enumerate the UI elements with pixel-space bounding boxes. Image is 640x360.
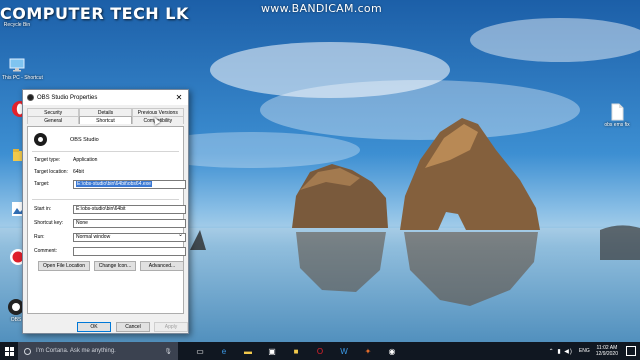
target-input[interactable]: E:\obs-studio\bin\64bit\obs64.exe bbox=[73, 180, 186, 189]
channel-watermark: COMPUTER TECH LK bbox=[0, 4, 189, 23]
dialog-titlebar[interactable]: OBS Studio Properties ✕ bbox=[23, 90, 188, 105]
desktop-icon-this-pc[interactable]: This PC - Shortcut bbox=[2, 56, 43, 81]
tab-security[interactable]: Security bbox=[27, 108, 80, 116]
store-icon[interactable]: ▣ bbox=[260, 342, 284, 360]
target-type-label: Target type: bbox=[34, 157, 61, 163]
app-name: OBS Studio bbox=[70, 136, 99, 143]
recorder-watermark: www.BANDICAM.com bbox=[261, 2, 382, 15]
target-type-value: Application bbox=[73, 157, 98, 163]
tab-details[interactable]: Details bbox=[79, 108, 132, 116]
word-taskbar-icon[interactable]: W bbox=[332, 342, 356, 360]
change-icon-button[interactable]: Change Icon... bbox=[94, 261, 136, 271]
properties-dialog: OBS Studio Properties ✕ Security Details… bbox=[22, 89, 189, 334]
target-label: Target: bbox=[34, 181, 50, 187]
tab-shortcut[interactable]: Shortcut bbox=[79, 116, 132, 124]
open-file-location-button[interactable]: Open File Location bbox=[38, 261, 90, 271]
system-tray: ⌃ ▮ ◀) ENG 11:02 AM 12/9/2020 bbox=[549, 342, 640, 360]
shortcut-panel: OBS Studio Target type: Application Targ… bbox=[27, 126, 186, 314]
windows-logo-icon bbox=[4, 346, 14, 356]
notification-icon[interactable] bbox=[626, 346, 636, 356]
cortana-icon bbox=[24, 347, 31, 355]
task-view-icon[interactable]: ▭ bbox=[188, 342, 212, 360]
language-indicator[interactable]: ENG bbox=[579, 348, 590, 354]
file-explorer-icon[interactable]: ▬ bbox=[236, 342, 260, 360]
shortcut-key-input[interactable]: None bbox=[73, 219, 186, 228]
tray-icons[interactable]: ⌃ ▮ ◀) bbox=[549, 348, 573, 355]
microphone-icon[interactable]: 🎙 bbox=[164, 348, 172, 355]
search-placeholder: I'm Cortana. Ask me anything. bbox=[36, 348, 116, 354]
dialog-title: OBS Studio Properties bbox=[37, 94, 98, 101]
clock[interactable]: 11:02 AM 12/9/2020 bbox=[596, 345, 618, 357]
computer-icon bbox=[9, 58, 25, 72]
desktop-icon-label: obs ems fix bbox=[604, 122, 630, 128]
app-taskbar-icon[interactable]: ✦ bbox=[356, 342, 380, 360]
obs-taskbar-icon[interactable]: ◉ bbox=[380, 342, 404, 360]
close-icon[interactable]: ✕ bbox=[174, 93, 184, 102]
ok-button[interactable]: OK bbox=[77, 322, 111, 332]
divider bbox=[32, 199, 179, 200]
edge-browser-icon[interactable]: e bbox=[212, 342, 236, 360]
obs-logo-icon bbox=[34, 133, 47, 146]
cortana-search-box[interactable]: I'm Cortana. Ask me anything. 🎙 bbox=[18, 342, 178, 360]
tab-general[interactable]: General bbox=[27, 116, 80, 124]
start-button[interactable] bbox=[0, 342, 18, 360]
start-in-input[interactable]: E:\obs-studio\bin\64bit bbox=[73, 205, 186, 214]
opera-taskbar-icon[interactable]: O bbox=[308, 342, 332, 360]
desktop-icon-recycle-bin[interactable]: Recycle Bin bbox=[2, 22, 32, 28]
tab-strip: Security Details Previous Versions Gener… bbox=[27, 108, 184, 126]
apply-button[interactable]: Apply bbox=[154, 322, 188, 332]
run-label: Run: bbox=[34, 234, 45, 240]
comment-label: Comment: bbox=[34, 248, 58, 254]
cancel-button[interactable]: Cancel bbox=[116, 322, 150, 332]
shortcut-key-label: Shortcut key: bbox=[34, 220, 64, 226]
folder-taskbar-icon[interactable]: ■ bbox=[284, 342, 308, 360]
desktop-icon-obs-ems-fix[interactable]: obs ems fix bbox=[602, 103, 632, 128]
target-location-label: Target location: bbox=[34, 169, 68, 175]
comment-input[interactable] bbox=[73, 247, 186, 256]
desktop-icon-label: This PC - Shortcut bbox=[2, 75, 43, 81]
tab-previous-versions[interactable]: Previous Versions bbox=[131, 108, 184, 116]
target-input-text: E:\obs-studio\bin\64bit\obs64.exe bbox=[76, 181, 152, 187]
taskbar: I'm Cortana. Ask me anything. 🎙 ▭ e ▬ ▣ … bbox=[0, 342, 640, 360]
clock-date: 12/9/2020 bbox=[595, 351, 618, 357]
desktop-icon-label: Recycle Bin bbox=[3, 22, 31, 28]
divider bbox=[32, 151, 179, 152]
advanced-button[interactable]: Advanced... bbox=[140, 261, 184, 271]
document-file-icon bbox=[611, 103, 624, 121]
target-location-value: 64bit bbox=[73, 169, 84, 175]
obs-app-icon bbox=[27, 94, 34, 101]
start-in-label: Start in: bbox=[34, 206, 52, 212]
run-select[interactable]: Normal window bbox=[73, 233, 186, 242]
